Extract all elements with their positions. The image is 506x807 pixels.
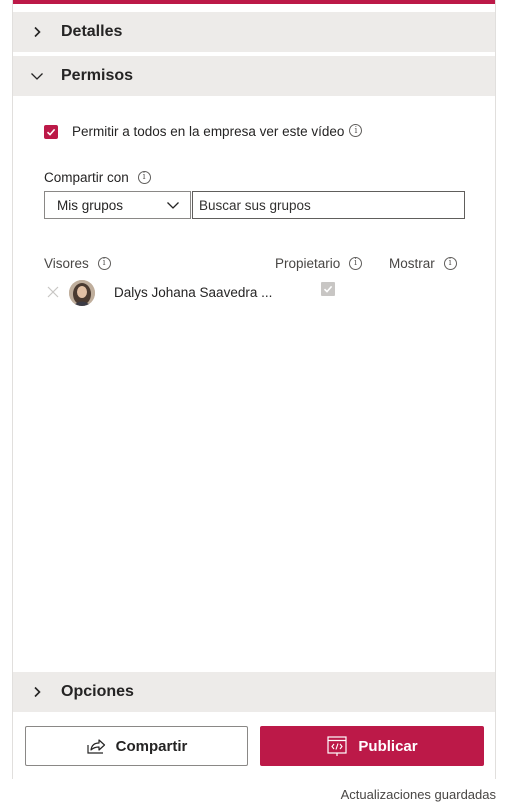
- table-row: Dalys Johana Saavedra ...: [44, 280, 474, 306]
- share-icon: [86, 737, 106, 755]
- column-show-label: Mostrar: [389, 256, 435, 271]
- share-with-label: Compartir con i: [44, 170, 151, 185]
- permissions-body: Permitir a todos en la empresa ver este …: [13, 96, 495, 672]
- section-details-title: Detalles: [61, 23, 123, 40]
- remove-viewer-icon[interactable]: [46, 285, 60, 299]
- allow-company-row: Permitir a todos en la empresa ver este …: [44, 124, 363, 139]
- column-owner: Propietario i: [275, 256, 363, 271]
- column-owner-label: Propietario: [275, 256, 341, 271]
- avatar: [69, 280, 95, 306]
- share-scope-dropdown[interactable]: Mis grupos: [44, 191, 191, 219]
- info-icon[interactable]: i: [349, 256, 363, 270]
- group-search-input[interactable]: [192, 191, 465, 219]
- publish-button[interactable]: Publicar: [260, 726, 484, 766]
- owner-checkbox[interactable]: [321, 282, 335, 296]
- info-icon[interactable]: i: [443, 256, 457, 270]
- publish-icon: [326, 735, 348, 757]
- section-details-header[interactable]: Detalles: [13, 12, 495, 52]
- chevron-down-icon: [27, 66, 47, 86]
- section-permissions-header[interactable]: Permisos: [13, 56, 495, 96]
- share-scope-value: Mis grupos: [57, 197, 124, 213]
- share-with-text: Compartir con: [44, 170, 129, 185]
- save-status-text: Actualizaciones guardadas: [340, 787, 496, 802]
- info-icon[interactable]: i: [349, 124, 363, 137]
- column-show: Mostrar i: [389, 256, 457, 271]
- top-accent-bar: [13, 0, 495, 4]
- viewers-table-header: Visores i Propietario i Mostrar i: [44, 256, 474, 274]
- info-icon[interactable]: i: [97, 256, 111, 270]
- allow-company-label: Permitir a todos en la empresa ver este …: [72, 124, 345, 139]
- column-viewers-label: Visores: [44, 256, 89, 271]
- section-options-title: Opciones: [61, 683, 134, 700]
- share-with-row: Mis grupos: [44, 191, 465, 219]
- action-bar: Compartir Publicar: [13, 712, 495, 779]
- viewer-name: Dalys Johana Saavedra ...: [114, 285, 273, 300]
- allow-company-checkbox[interactable]: [44, 124, 58, 139]
- publish-button-label: Publicar: [358, 737, 418, 755]
- section-options-header[interactable]: Opciones: [13, 672, 495, 712]
- column-viewers: Visores i: [44, 256, 111, 271]
- info-icon[interactable]: i: [137, 170, 151, 184]
- chevron-down-icon: [166, 198, 180, 213]
- video-settings-panel: Detalles Permisos Permitir a todos en la…: [12, 0, 496, 779]
- share-button-label: Compartir: [115, 737, 188, 755]
- chevron-right-icon: [27, 22, 47, 42]
- section-permissions-title: Permisos: [61, 67, 134, 84]
- share-button[interactable]: Compartir: [25, 726, 248, 766]
- chevron-right-icon: [27, 682, 47, 702]
